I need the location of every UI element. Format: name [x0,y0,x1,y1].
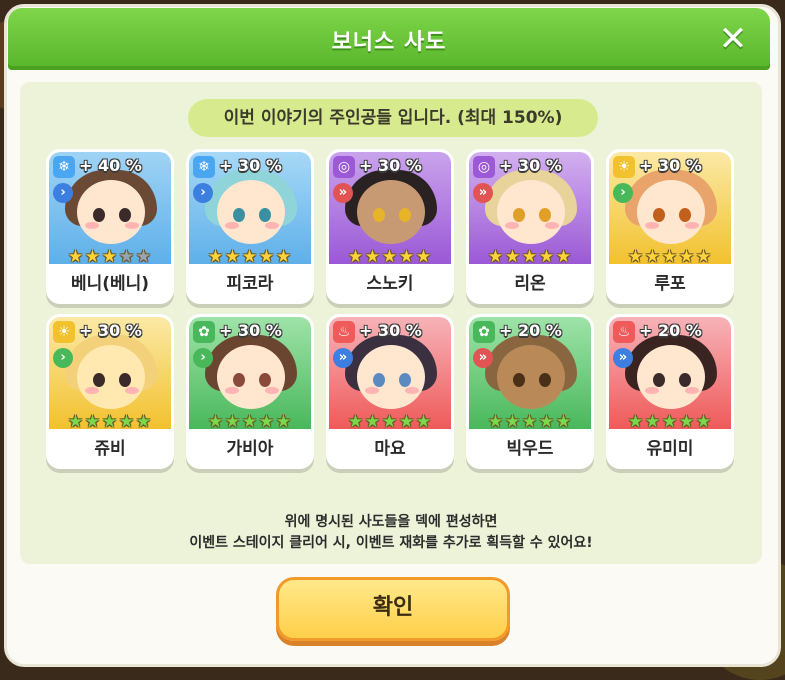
bonus-percent: + 30 % [219,156,282,175]
bonus-percent: + 40 % [79,156,142,175]
character-card[interactable]: ♨ » + 20 % ★ ★ ★ ★ ★ 유미미 [606,314,734,469]
star-rating: ★ ★ ★ ★ ★ [347,412,432,430]
fire-icon: ♨ [613,321,635,343]
bonus-percent: + 30 % [79,321,142,340]
star-rating: ★ ★ ★ ★ ★ [627,412,712,430]
bonus-percent: + 20 % [499,321,562,340]
nature-leaf-icon: ✿ [473,321,495,343]
double-chevron-icon: » [613,348,633,368]
character-portrait: ♨ » + 20 % ★ ★ ★ ★ ★ [609,317,731,429]
double-chevron-icon: » [333,183,353,203]
character-card[interactable]: ☀ › + 30 % ★ ★ ★ ★ ★ 쥬비 [46,314,174,469]
double-chevron-icon: » [473,348,493,368]
confirm-button[interactable]: 확인 [276,577,510,641]
close-icon[interactable]: ✕ [716,22,750,56]
dialog-header: 보너스 사도 ✕ [8,8,770,70]
character-portrait: ☀ › + 30 % ★ ★ ★ ★ ★ [609,152,731,264]
double-chevron-icon: » [333,348,353,368]
bonus-percent: + 20 % [639,321,702,340]
bonus-percent: + 30 % [219,321,282,340]
character-name: 유미미 [646,439,694,459]
chevron-right-icon: › [53,348,73,368]
info-line-2: 이벤트 스테이지 클리어 시, 이벤트 재화를 추가로 획득할 수 있어요! [189,535,593,551]
star-rating: ★ ★ ★ ★ ★ [67,412,152,430]
character-portrait: ✿ › + 30 % ★ ★ ★ ★ ★ [189,317,311,429]
character-name: 마요 [374,439,406,459]
bonus-percent: + 30 % [499,156,562,175]
star-rating: ★ ★ ★ ★ ★ [627,247,712,265]
bonus-percent: + 30 % [359,321,422,340]
star-rating: ★ ★ ★ ★ ★ [347,247,432,265]
character-portrait: ☀ › + 30 % ★ ★ ★ ★ ★ [49,317,171,429]
character-card[interactable]: ◎ » + 30 % ★ ★ ★ ★ ★ 스노키 [326,149,454,304]
star-rating: ★ ★ ★ ★ ★ [207,412,292,430]
character-name: 쥬비 [94,439,126,459]
character-card[interactable]: ❄ › + 40 % ★ ★ ★ ★ ★ 베니(베니) [46,149,174,304]
dark-swirl-icon: ◎ [333,156,355,178]
character-name: 가비아 [226,439,274,459]
chevron-right-icon: › [613,183,633,203]
character-card[interactable]: ☀ › + 30 % ★ ★ ★ ★ ★ 루포 [606,149,734,304]
character-portrait: ✿ » + 20 % ★ ★ ★ ★ ★ [469,317,591,429]
chevron-right-icon: › [53,183,73,203]
star-rating: ★ ★ ★ ★ ★ [207,247,292,265]
character-portrait: ♨ » + 30 % ★ ★ ★ ★ ★ [329,317,451,429]
character-name: 빅우드 [506,439,554,459]
light-sun-icon: ☀ [613,156,635,178]
character-name: 피코라 [226,274,274,294]
character-portrait: ❄ › + 40 % ★ ★ ★ ★ ★ [49,152,171,264]
water-icon: ❄ [53,156,75,178]
info-line-1: 위에 명시된 사도들을 덱에 편성하면 [284,514,498,530]
water-icon: ❄ [193,156,215,178]
character-name: 베니(베니) [70,274,150,294]
character-card[interactable]: ♨ » + 30 % ★ ★ ★ ★ ★ 마요 [326,314,454,469]
chevron-right-icon: › [193,348,213,368]
character-card[interactable]: ✿ » + 20 % ★ ★ ★ ★ ★ 빅우드 [466,314,594,469]
character-card[interactable]: ◎ » + 30 % ★ ★ ★ ★ ★ 리온 [466,149,594,304]
info-text: 위에 명시된 사도들을 덱에 편성하면 이벤트 스테이지 클리어 시, 이벤트 … [20,512,762,554]
character-portrait: ◎ » + 30 % ★ ★ ★ ★ ★ [469,152,591,264]
light-sun-icon: ☀ [53,321,75,343]
nature-leaf-icon: ✿ [193,321,215,343]
bonus-percent: + 30 % [359,156,422,175]
chevron-right-icon: › [193,183,213,203]
star-rating: ★ ★ ★ ★ ★ [67,247,152,265]
subtitle-banner: 이번 이야기의 주인공들 입니다. (최대 150%) [188,99,598,137]
star-rating: ★ ★ ★ ★ ★ [487,247,572,265]
character-name: 스노키 [366,274,414,294]
character-portrait: ❄ › + 30 % ★ ★ ★ ★ ★ [189,152,311,264]
character-name: 리온 [514,274,546,294]
character-card[interactable]: ✿ › + 30 % ★ ★ ★ ★ ★ 가비아 [186,314,314,469]
character-card[interactable]: ❄ › + 30 % ★ ★ ★ ★ ★ 피코라 [186,149,314,304]
character-portrait: ◎ » + 30 % ★ ★ ★ ★ ★ [329,152,451,264]
fire-icon: ♨ [333,321,355,343]
double-chevron-icon: » [473,183,493,203]
bonus-percent: + 30 % [639,156,702,175]
dark-swirl-icon: ◎ [473,156,495,178]
character-name: 루포 [654,274,686,294]
dialog-title: 보너스 사도 [331,30,447,55]
star-rating: ★ ★ ★ ★ ★ [487,412,572,430]
